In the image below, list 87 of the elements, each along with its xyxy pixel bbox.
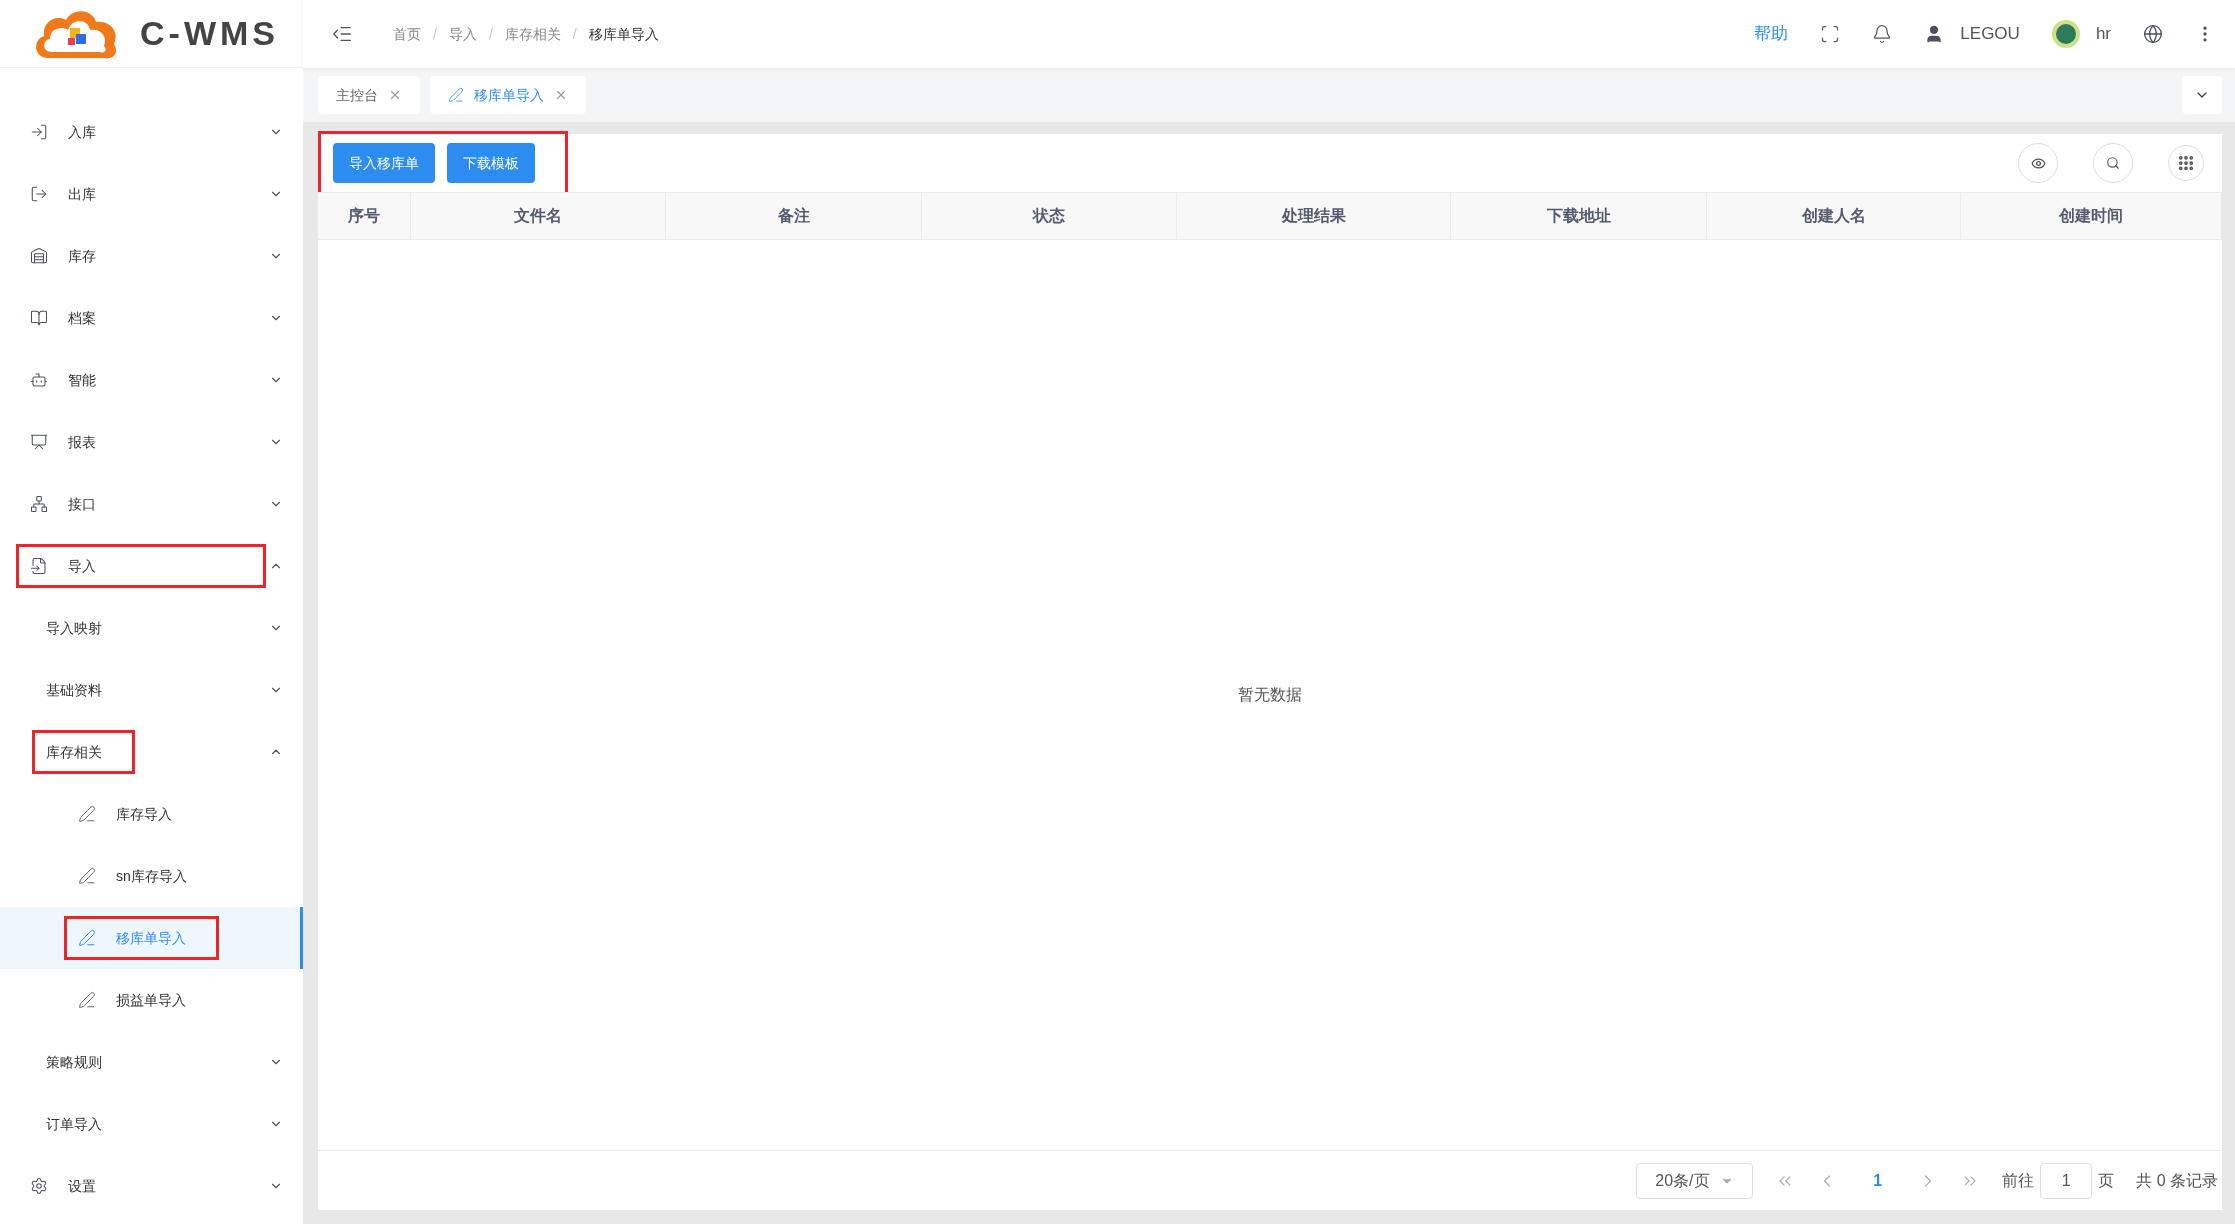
tab[interactable]: 主控台	[318, 76, 420, 114]
breadcrumb-separator: /	[488, 24, 493, 44]
menu-label: 库存相关	[46, 742, 102, 762]
breadcrumb-item[interactable]: 导入	[448, 23, 477, 45]
menu-label: 移库单导入	[116, 928, 186, 948]
login-icon	[30, 123, 48, 141]
column-header: 备注	[666, 193, 922, 239]
search-icon	[2106, 156, 2120, 170]
warehouse-icon	[30, 247, 48, 265]
close-icon[interactable]	[554, 88, 568, 102]
sidebar-item[interactable]: 接口	[0, 473, 303, 535]
menu-label: 基础资料	[46, 680, 102, 700]
sidebar-item[interactable]: 设置	[0, 1155, 303, 1217]
menu-label: 损益单导入	[116, 990, 186, 1010]
bell-icon[interactable]	[1872, 24, 1893, 44]
book-icon	[30, 309, 48, 327]
logout-icon	[30, 185, 48, 203]
sidebar-item[interactable]: 订单导入	[0, 1093, 303, 1155]
menu-label: 接口	[68, 494, 96, 514]
pen-icon	[78, 929, 96, 947]
page-unit: 页	[2098, 1170, 2115, 1191]
robot-icon	[30, 371, 48, 389]
menu-label: sn库存导入	[116, 866, 187, 886]
menu-label: 报表	[68, 432, 96, 452]
breadcrumb-item: 移库单导入	[588, 24, 659, 44]
menu-label: 策略规则	[46, 1052, 102, 1072]
column-header: 下载地址	[1451, 193, 1707, 239]
pen-icon	[78, 805, 96, 823]
goto-label: 前往	[2002, 1170, 2035, 1191]
account-name[interactable]: hr	[2095, 21, 2111, 47]
menu-label: 出库	[68, 184, 96, 204]
page-size-select[interactable]: 20条/页	[1636, 1162, 1754, 1199]
tab[interactable]: 移库单导入	[430, 76, 586, 114]
menu-label: 导入映射	[46, 618, 102, 638]
breadcrumb-item[interactable]: 首页	[393, 23, 421, 45]
breadcrumb-item[interactable]: 库存相关	[504, 23, 561, 45]
file-import-icon	[30, 557, 48, 575]
sidebar-item[interactable]: 库存	[0, 225, 303, 287]
menu-label: 入库	[68, 122, 96, 142]
empty-text: 暂无数据	[1238, 685, 1302, 705]
pen-icon	[78, 867, 96, 885]
chart-board-icon	[30, 433, 48, 451]
sidebar-item[interactable]: 库存相关	[0, 721, 303, 783]
network-icon	[30, 495, 48, 513]
column-header: 序号	[318, 193, 411, 239]
pen-icon	[78, 991, 96, 1009]
sidebar-item[interactable]: 入库	[0, 101, 303, 163]
sidebar-item[interactable]: 损益单导入	[0, 969, 303, 1031]
menu-label: 库存	[68, 246, 96, 266]
total-count: 共 0 条记录	[2136, 1170, 2218, 1191]
sidebar-item[interactable]: 导入映射	[0, 597, 303, 659]
sidebar-item[interactable]: 基础资料	[0, 659, 303, 721]
menu-label: 库存导入	[116, 804, 172, 824]
column-header: 文件名	[411, 193, 666, 239]
sidebar-item[interactable]: 档案	[0, 287, 303, 349]
column-header: 创建时间	[1961, 193, 2222, 239]
menu-label: 设置	[68, 1176, 96, 1196]
menu-label: 档案	[68, 308, 96, 328]
menu-label: 智能	[68, 370, 96, 390]
grid-icon	[2177, 154, 2195, 172]
breadcrumb-separator: /	[433, 24, 437, 44]
help-link[interactable]: 帮助	[1754, 21, 1789, 47]
logo-text: C-WMS	[140, 13, 279, 54]
column-header: 状态	[922, 193, 1177, 239]
sidebar-item[interactable]: 库存导入	[0, 783, 303, 845]
fullscreen-icon[interactable]	[1820, 24, 1841, 44]
column-header: 处理结果	[1177, 193, 1451, 239]
sidebar-item[interactable]: 报表	[0, 411, 303, 473]
sidebar-item[interactable]: 智能	[0, 349, 303, 411]
sidebar-item[interactable]: 出库	[0, 163, 303, 225]
column-header: 创建人名	[1707, 193, 1961, 239]
close-icon[interactable]	[388, 88, 402, 102]
breadcrumb-separator: /	[572, 24, 577, 44]
user-name[interactable]: LEGOU	[1960, 21, 2020, 47]
tab-label: 移库单导入	[474, 85, 544, 105]
globe-icon[interactable]	[2143, 24, 2163, 44]
sidebar-item[interactable]: sn库存导入	[0, 845, 303, 907]
sidebar-item[interactable]: 策略规则	[0, 1031, 303, 1093]
page-input[interactable]: 1	[2040, 1162, 2093, 1199]
eye-icon	[2030, 155, 2046, 171]
pen-icon	[448, 87, 464, 103]
sidebar-item[interactable]: 导入	[0, 535, 303, 597]
avatar[interactable]	[2051, 20, 2080, 48]
tab-label: 主控台	[336, 85, 378, 105]
menu-label: 订单导入	[46, 1114, 102, 1134]
settings-icon	[30, 1177, 48, 1195]
menu-label: 导入	[68, 556, 96, 576]
